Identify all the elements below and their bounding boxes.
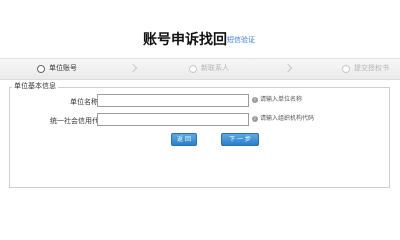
step-label: 新联系人 (201, 64, 229, 72)
credit-code-hint: 请输入组织机构代码 (260, 115, 315, 122)
panel-legend: 单位基本信息 (12, 82, 58, 91)
step-circle-icon (342, 65, 350, 73)
sms-verify-link[interactable]: 短信验证 (227, 36, 255, 45)
chevron-right-icon (283, 63, 293, 73)
next-step-button[interactable]: 下 一 步 (221, 133, 259, 146)
step-label: 提交授权书 (354, 64, 389, 72)
credit-code-input[interactable] (97, 113, 249, 126)
account-recovery-page: 账号申诉找回 短信验证 单位账号 新联系人 提交授权书 单位基本信息 单位名称：… (0, 0, 400, 200)
step-circle-icon (37, 65, 45, 73)
unit-name-hint: 请输入单位名称 (260, 96, 303, 103)
back-button[interactable]: 返 回 (171, 133, 197, 146)
chevron-right-icon (128, 63, 138, 73)
info-icon: i (252, 97, 258, 103)
unit-name-input[interactable] (97, 94, 249, 107)
page-title: 账号申诉找回 (143, 32, 227, 48)
step-circle-icon (189, 65, 197, 73)
info-icon: i (252, 116, 258, 122)
step-label: 单位账号 (49, 64, 77, 72)
step-bar: 单位账号 新联系人 提交授权书 (0, 58, 400, 80)
